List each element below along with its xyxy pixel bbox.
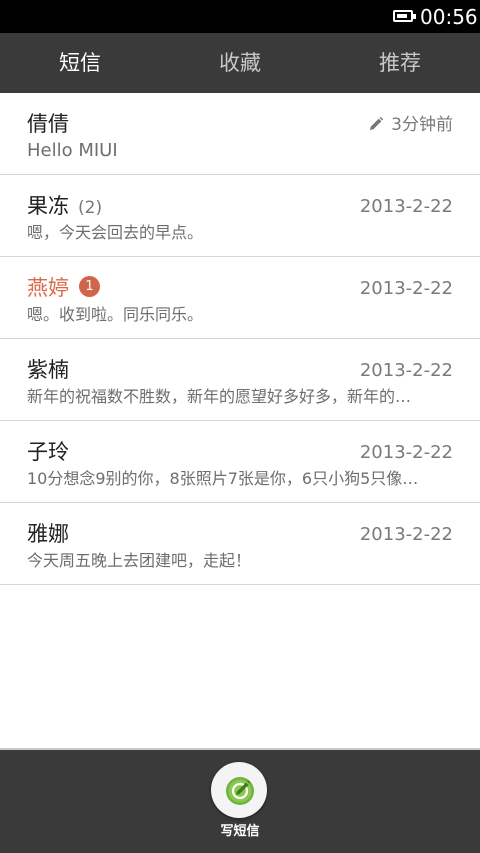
conversation-row[interactable]: 果冻 (2) 2013-2-22 嗯，今天会回去的早点。 — [0, 175, 480, 257]
conversation-list: 倩倩 3分钟前 Hello MIUI 果冻 (2) 2013-2-22 嗯，今天… — [0, 93, 480, 585]
message-preview: 嗯，今天会回去的早点。 — [27, 223, 204, 242]
message-preview: 嗯。收到啦。同乐同乐。 — [27, 305, 204, 324]
message-count: (2) — [78, 198, 103, 218]
compose-button[interactable]: 写短信 — [208, 762, 272, 846]
pencil-icon — [370, 116, 384, 130]
contact-name: 紫楠 — [27, 358, 69, 382]
contact-name: 倩倩 — [27, 112, 69, 136]
draft-time: 3分钟前 — [391, 115, 453, 135]
tab-messages[interactable]: 短信 — [0, 33, 160, 93]
conversation-row[interactable]: 倩倩 3分钟前 Hello MIUI — [0, 93, 480, 175]
compose-label: 写短信 — [220, 824, 260, 839]
bottom-bar: 写短信 — [0, 748, 480, 853]
message-date: 2013-2-22 — [359, 278, 453, 299]
conversation-row[interactable]: 子玲 2013-2-22 10分想念9别的你，8张照片7张是你，6只小狗5只像… — [0, 421, 480, 503]
message-date: 2013-2-22 — [359, 524, 453, 545]
conversation-row[interactable]: 紫楠 2013-2-22 新年的祝福数不胜数，新年的愿望好多好多，新年的… — [0, 339, 480, 421]
tab-recommended[interactable]: 推荐 — [320, 33, 480, 93]
message-preview: 新年的祝福数不胜数，新年的愿望好多好多，新年的… — [27, 387, 412, 406]
compose-circle — [211, 762, 267, 818]
conversation-row[interactable]: 燕婷 1 2013-2-22 嗯。收到啦。同乐同乐。 — [0, 257, 480, 339]
contact-name: 子玲 — [27, 440, 69, 464]
status-clock: 00:56 — [420, 5, 478, 29]
tab-bar: 短信 收藏 推荐 — [0, 33, 480, 93]
message-preview: 今天周五晚上去团建吧，走起！ — [27, 551, 252, 570]
contact-name: 雅娜 — [27, 522, 69, 546]
battery-fill — [397, 14, 407, 18]
contact-name: 燕婷 — [27, 276, 69, 300]
message-preview: 10分想念9别的你，8张照片7张是你，6只小狗5只像… — [27, 469, 419, 488]
contact-name: 果冻 — [27, 194, 69, 218]
battery-icon — [393, 10, 413, 22]
message-date: 2013-2-22 — [359, 196, 453, 217]
message-date: 2013-2-22 — [359, 442, 453, 463]
conversation-row[interactable]: 雅娜 2013-2-22 今天周五晚上去团建吧，走起！ — [0, 503, 480, 585]
battery-tip — [413, 14, 416, 19]
message-preview: Hello MIUI — [27, 141, 118, 161]
unread-badge: 1 — [79, 276, 100, 297]
compose-icon — [226, 777, 254, 805]
status-bar: 00:56 — [0, 0, 480, 33]
tab-favorites[interactable]: 收藏 — [160, 33, 320, 93]
message-date: 2013-2-22 — [359, 360, 453, 381]
